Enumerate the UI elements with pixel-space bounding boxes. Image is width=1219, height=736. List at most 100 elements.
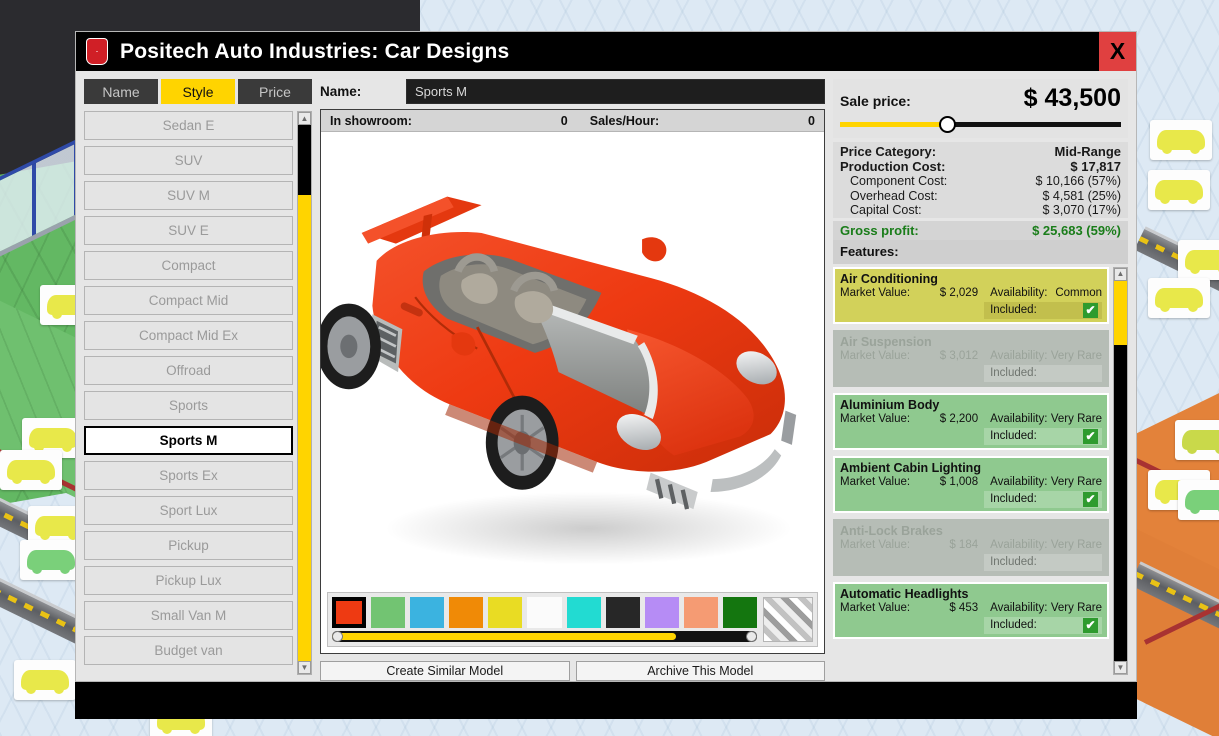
list-item[interactable]: Pickup Lux xyxy=(84,566,293,595)
color-swatch-orange[interactable] xyxy=(449,597,484,629)
color-swatch-purple[interactable] xyxy=(644,597,679,629)
feature-card[interactable]: Automatic Headlights Market Value: $ 453… xyxy=(833,581,1109,639)
shade-slider[interactable] xyxy=(332,631,757,643)
tab-style[interactable]: Style xyxy=(161,79,235,104)
list-item[interactable]: Budget van xyxy=(84,636,293,665)
color-swatch-blue[interactable] xyxy=(410,597,445,629)
list-item[interactable]: Sport Lux xyxy=(84,496,293,525)
availability-label: Availability: xyxy=(990,412,1048,425)
list-item[interactable]: Compact Mid xyxy=(84,286,293,315)
list-item-selected[interactable]: Sports M xyxy=(84,426,293,455)
showroom-panel: In showroom: 0 Sales/Hour: 0 xyxy=(320,109,825,655)
market-value-label: Market Value: xyxy=(840,286,911,299)
included-toggle[interactable]: Included: xyxy=(984,364,1102,382)
price-category-row: Price Category: Mid-Range xyxy=(840,144,1121,160)
availability-value: Very Rare xyxy=(1050,601,1102,614)
list-item[interactable]: Small Van M xyxy=(84,601,293,630)
tab-bar: Name Style Price xyxy=(84,79,312,104)
color-swatch-white[interactable] xyxy=(527,597,562,629)
archive-this-model-button[interactable]: Archive This Model xyxy=(575,661,825,682)
feature-details: Market Value: $ 2,200 Availability: Very… xyxy=(840,413,1102,425)
list-item[interactable]: Pickup xyxy=(84,531,293,560)
color-swatch-black[interactable] xyxy=(605,597,640,629)
feature-card[interactable]: Air Suspension Market Value: $ 3,012 Ava… xyxy=(833,329,1109,387)
feature-name: Aluminium Body xyxy=(840,397,940,412)
sales-per-hour-value: 0 xyxy=(808,113,815,128)
availability-label: Availability: xyxy=(990,349,1048,362)
window-titlebar: Positech Auto Industries: Car Designs X xyxy=(76,32,1136,71)
feature-card[interactable]: Anti-Lock Brakes Market Value: $ 184 Ava… xyxy=(833,518,1109,576)
list-item[interactable]: Offroad xyxy=(84,356,293,385)
price-category-label: Price Category: xyxy=(840,144,937,159)
showroom-stats: In showroom: 0 Sales/Hour: 0 xyxy=(321,110,824,132)
included-toggle[interactable]: Included: ✔ xyxy=(984,490,1102,508)
color-swatch-red[interactable] xyxy=(332,597,367,629)
included-label: Included: xyxy=(990,304,1037,316)
features-scrollbar[interactable]: ▲ ▼ xyxy=(1113,266,1128,675)
component-cost-row: Component Cost: $ 10,166 (57%) xyxy=(840,174,1121,189)
in-showroom-value: 0 xyxy=(560,113,568,128)
sale-price-slider-knob[interactable] xyxy=(938,115,956,133)
shade-slider-knob-left[interactable] xyxy=(332,631,343,643)
feature-card[interactable]: Ambient Cabin Lighting Market Value: $ 1… xyxy=(833,455,1109,513)
car-designs-window: Positech Auto Industries: Car Designs X … xyxy=(75,31,1137,682)
car-icon-card xyxy=(1178,480,1219,520)
cost-breakdown: Price Category: Mid-Range Production Cos… xyxy=(833,142,1128,218)
included-toggle[interactable]: Included: ✔ xyxy=(984,427,1102,445)
tab-price[interactable]: Price xyxy=(238,79,312,104)
shade-slider-fill xyxy=(332,633,677,641)
availability-label: Availability: xyxy=(990,475,1048,488)
scroll-down-arrow[interactable]: ▼ xyxy=(1114,661,1127,674)
price-category-value: Mid-Range xyxy=(1054,144,1121,159)
tab-name[interactable]: Name xyxy=(84,79,158,104)
included-toggle[interactable]: Included: ✔ xyxy=(984,616,1102,634)
feature-details: Market Value: $ 2,029 Availability: Comm… xyxy=(840,287,1102,299)
close-button[interactable]: X xyxy=(1099,32,1136,71)
capital-cost-value: $ 3,070 (17%) xyxy=(1042,203,1121,217)
included-label: Included: xyxy=(990,619,1037,631)
sale-price-slider[interactable] xyxy=(840,115,1121,133)
scroll-track[interactable] xyxy=(298,125,311,661)
scroll-thumb[interactable] xyxy=(298,194,311,661)
included-label: Included: xyxy=(990,493,1037,505)
color-swatch-cyan[interactable] xyxy=(566,597,601,629)
list-item[interactable]: SUV E xyxy=(84,216,293,245)
color-swatch-peach[interactable] xyxy=(683,597,718,629)
car-icon-card xyxy=(1178,240,1219,280)
color-swatch-dark-green[interactable] xyxy=(722,597,758,629)
gross-profit-value: $ 25,683 (59%) xyxy=(1032,222,1121,238)
list-item[interactable]: Compact xyxy=(84,251,293,280)
feature-card[interactable]: Air Conditioning Market Value: $ 2,029 A… xyxy=(833,266,1109,324)
scroll-up-arrow[interactable]: ▲ xyxy=(298,112,311,125)
color-swatch-yellow[interactable] xyxy=(488,597,523,629)
list-item[interactable]: SUV M xyxy=(84,181,293,210)
list-item[interactable]: Compact Mid Ex xyxy=(84,321,293,350)
create-similar-model-button[interactable]: Create Similar Model xyxy=(320,661,570,682)
features-list: Air Conditioning Market Value: $ 2,029 A… xyxy=(833,266,1109,676)
name-input[interactable]: Sports M xyxy=(406,79,825,104)
list-item[interactable]: Sports Ex xyxy=(84,461,293,490)
scroll-thumb[interactable] xyxy=(1114,280,1127,346)
scroll-up-arrow[interactable]: ▲ xyxy=(1114,267,1127,281)
availability-value: Common xyxy=(1055,286,1102,299)
list-item[interactable]: Sedan E xyxy=(84,111,293,140)
list-item[interactable]: Sports xyxy=(84,391,293,420)
scroll-down-arrow[interactable]: ▼ xyxy=(298,661,311,674)
color-swatch-green[interactable] xyxy=(371,597,406,629)
shade-slider-knob-right[interactable] xyxy=(746,631,757,643)
list-item[interactable]: SUV xyxy=(84,146,293,175)
sale-price-row: Sale price: $ 43,500 xyxy=(840,84,1121,113)
feature-card[interactable]: Aluminium Body Market Value: $ 2,200 Ava… xyxy=(833,392,1109,450)
feature-name: Automatic Headlights xyxy=(840,586,969,601)
feature-name: Ambient Cabin Lighting xyxy=(840,460,981,475)
metallic-finish-swatch[interactable] xyxy=(763,597,813,643)
included-toggle[interactable]: Included: ✔ xyxy=(984,301,1102,319)
model-list-scrollbar[interactable]: ▲ ▼ xyxy=(297,111,312,675)
capital-cost-row: Capital Cost: $ 3,070 (17%) xyxy=(840,203,1121,218)
market-value: $ 2,200 xyxy=(939,412,979,425)
features-area: Air Conditioning Market Value: $ 2,029 A… xyxy=(833,266,1128,676)
scroll-track[interactable] xyxy=(1114,280,1127,661)
overhead-cost-value: $ 4,581 (25%) xyxy=(1042,188,1121,203)
car-icon-card xyxy=(1175,420,1219,460)
included-toggle[interactable]: Included: xyxy=(984,553,1102,571)
